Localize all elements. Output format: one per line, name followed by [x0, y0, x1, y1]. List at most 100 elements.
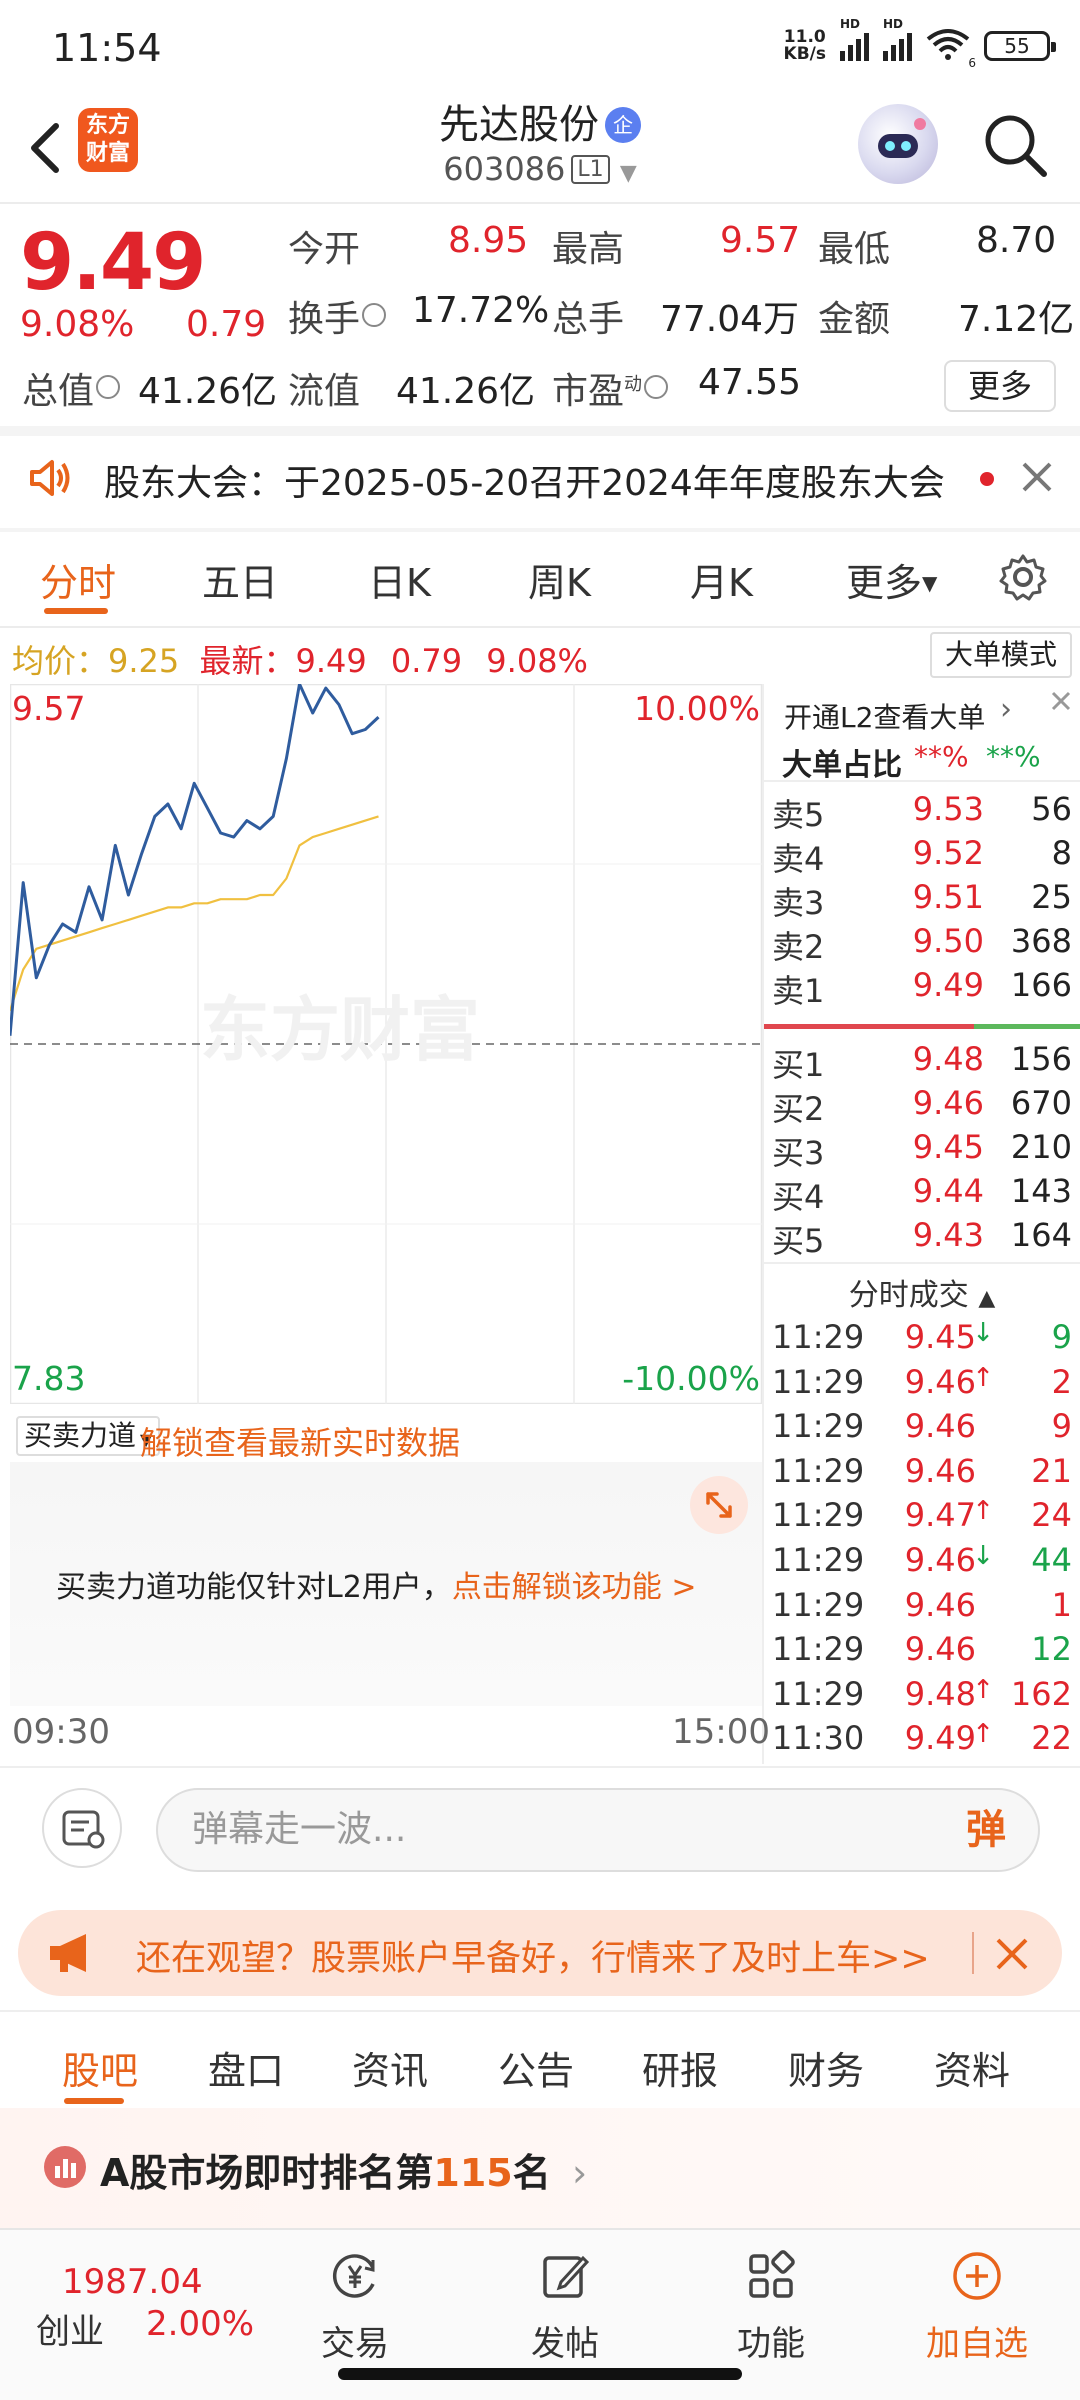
net-speed-indicator: 11.0 KB/s [784, 29, 826, 63]
trade-price: 9.45 [904, 1318, 976, 1356]
tab-finance[interactable]: 财务 [788, 2040, 864, 2095]
active-tab-indicator [44, 608, 108, 614]
logo-line-2: 财富 [85, 141, 130, 166]
notice-bar[interactable]: 股东大会：于2025-05-20召开2024年年度股东大会 [0, 430, 1080, 526]
comment-input[interactable]: 弹幕走一波... [156, 1788, 1040, 1872]
order-volume: 156 [1010, 1040, 1072, 1078]
app-logo: 东方 财富 [78, 108, 138, 172]
avg-value: 9.25 [108, 642, 180, 680]
l2-promo-row[interactable]: 开通L2查看大单 › [764, 684, 1080, 740]
close-icon[interactable] [1048, 688, 1074, 714]
price-line [10, 684, 380, 1036]
info-icon[interactable] [96, 375, 121, 399]
low-value: 8.70 [976, 220, 1057, 261]
info-icon[interactable] [362, 303, 387, 327]
trade-row: 11:29 9.47 ↑ 24 [764, 1496, 1080, 1540]
avg-info-row: 均价：9.25 最新：9.49 0.79 9.08% 大单模式 [0, 626, 1080, 682]
watermark: 东方财富 [200, 989, 480, 1071]
buy-order-row: 买1 9.48 156 [764, 1040, 1080, 1084]
tab-more-label: 更多 [846, 561, 923, 605]
trade-volume: 24 [1031, 1496, 1072, 1535]
buy-order-row: 买5 9.43 164 [764, 1216, 1080, 1260]
level-badge: L1 [571, 155, 610, 184]
back-button[interactable] [18, 110, 74, 180]
ranking-row[interactable]: A股市场即时排名第115名 › [0, 2108, 1080, 2228]
speaker-icon [30, 460, 70, 496]
power-select-label: 买卖力道 [24, 1419, 137, 1452]
trade-direction-arrow: ↑ [972, 1496, 994, 1527]
turnover-value: 17.72% [412, 290, 550, 331]
status-bar: 11:54 11.0 KB/s HD HD 6 55 [0, 0, 1080, 90]
tab-weekly-k[interactable]: 周K [528, 552, 591, 607]
order-price: 9.49 [912, 966, 984, 1004]
index-ticker[interactable]: 1987.04 创业 2.00% [0, 2230, 270, 2360]
tab-handicap[interactable]: 盘口 [208, 2040, 284, 2095]
promo-banner[interactable]: 还在观望？股票账户早备好，行情来了及时上车>> [18, 1910, 1062, 1996]
close-icon[interactable] [990, 1932, 1034, 1976]
power-select[interactable]: 买卖力道 ▼ [16, 1416, 161, 1456]
sell-order-row: 卖1 9.49 166 [764, 966, 1080, 1010]
order-volume: 164 [1010, 1216, 1072, 1254]
tab-forum[interactable]: 股吧 [62, 2040, 138, 2095]
assistant-avatar[interactable] [858, 104, 938, 184]
float-cap-value: 41.26亿 [396, 371, 536, 412]
unlock-feature-link[interactable]: 点击解锁该功能 > [452, 1570, 697, 1605]
big-order-mode-button[interactable]: 大单模式 [930, 632, 1072, 678]
volume-value: 77.04万 [660, 299, 800, 340]
nav-add-watchlist[interactable]: 加自选 [902, 2248, 1052, 2365]
tab-research[interactable]: 研报 [642, 2040, 718, 2095]
ranking-number: 115 [433, 2151, 513, 2195]
close-icon[interactable] [1018, 458, 1056, 496]
trade-time: 11:29 [772, 1318, 865, 1356]
logo-line-1: 东方 [85, 113, 130, 138]
nav-trade[interactable]: 交易 [280, 2248, 430, 2365]
wifi-number: 6 [968, 55, 976, 70]
index-value: 1987.04 [62, 2262, 203, 2302]
time-end-label: 15:00 [672, 1712, 770, 1752]
total-cap-label: 总值 [22, 362, 121, 414]
expand-button[interactable] [690, 1476, 748, 1534]
order-volume: 8 [1051, 834, 1072, 872]
latest-label: 最新： [199, 642, 296, 680]
cell-signal-1-icon: HD [840, 17, 869, 61]
trades-title[interactable]: 分时成交 ▲ [764, 1270, 1080, 1314]
buy-ratio: **% [986, 740, 1041, 773]
avg-label: 均价： [12, 642, 109, 680]
order-price: 9.46 [912, 1084, 984, 1122]
pe-label-text: 市盈 [552, 371, 625, 412]
tab-profile[interactable]: 资料 [934, 2040, 1010, 2095]
tab-five-day[interactable]: 五日 [202, 552, 278, 607]
top-pct-label: 10.00% [634, 689, 760, 728]
gear-icon[interactable] [998, 552, 1048, 602]
trade-time: 11:30 [772, 1719, 865, 1758]
tab-more[interactable]: 更多▼ [846, 552, 937, 607]
open-value: 8.95 [448, 220, 529, 261]
high-value: 9.57 [720, 220, 801, 261]
divider [764, 1262, 1080, 1264]
nav-post[interactable]: 发帖 [490, 2248, 640, 2365]
info-icon[interactable] [644, 375, 669, 399]
unlock-link[interactable]: 解锁查看最新实时数据 [140, 1418, 460, 1464]
trade-price: 9.46 [904, 1362, 976, 1401]
nav-functions[interactable]: 功能 [696, 2248, 846, 2365]
divider [972, 1932, 974, 1974]
tab-announcements[interactable]: 公告 [498, 2040, 574, 2095]
tab-news[interactable]: 资讯 [352, 2040, 428, 2095]
trade-time: 11:29 [772, 1407, 865, 1446]
danmu-button[interactable]: 弹 [948, 1792, 1024, 1868]
latest-value: 9.49 [295, 642, 367, 680]
buy-power-bar [974, 1024, 1080, 1029]
tab-daily-k[interactable]: 日K [368, 552, 431, 607]
trade-price: 9.46 [904, 1407, 976, 1446]
intraday-chart[interactable]: 东方财富 9.57 10.00% 7.83 -10.00% [10, 684, 762, 1404]
tab-monthly-k[interactable]: 月K [690, 552, 753, 607]
comment-settings-button[interactable] [42, 1788, 122, 1868]
search-button[interactable] [980, 110, 1050, 180]
pe-sup: 动 [624, 374, 643, 395]
tab-intraday[interactable]: 分时 [40, 552, 116, 607]
megaphone-icon [50, 1934, 86, 1972]
more-button[interactable]: 更多 [944, 360, 1056, 412]
ranking-text: A股市场即时排名第115名 › [100, 2142, 587, 2197]
order-level: 买5 [772, 1222, 825, 1260]
trade-row: 11:29 9.46 ↑ 2 [764, 1363, 1080, 1407]
